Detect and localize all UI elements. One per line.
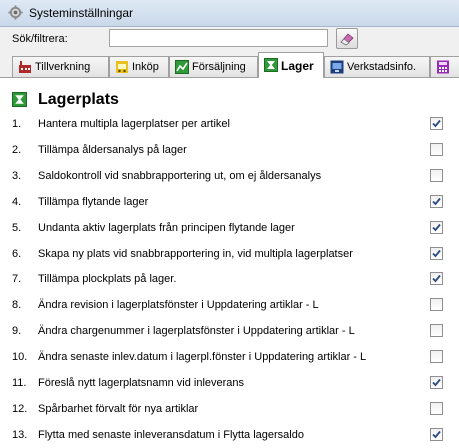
- setting-number: 10.: [12, 351, 28, 364]
- calculator-icon: [437, 60, 449, 74]
- tab-inkop[interactable]: Inköp: [109, 56, 169, 77]
- setting-number: 1.: [12, 118, 22, 130]
- clear-filter-button[interactable]: [336, 28, 358, 49]
- setting-label: Tillämpa åldersanalys på lager: [38, 143, 187, 156]
- setting-number: 12.: [12, 402, 28, 415]
- setting-label: Tillämpa flytande lager: [38, 195, 149, 208]
- setting-checkbox[interactable]: [430, 376, 443, 389]
- setting-row: 12. Spårbarhet förvalt för nya artiklar: [0, 397, 459, 422]
- setting-checkbox[interactable]: [430, 427, 443, 441]
- section-title: Lagerplats: [38, 91, 119, 108]
- setting-row: 10. Ändra senaste inlev.datum i lagerpl.f…: [0, 345, 459, 370]
- setting-checkbox[interactable]: [430, 194, 443, 208]
- tab-verkstadsinfo[interactable]: Verkstadsinfo.: [324, 56, 430, 77]
- setting-row: 5. Undanta aktiv lagerplats från principe…: [0, 216, 459, 241]
- setting-number: 3.: [12, 169, 22, 182]
- setting-label: Flytta med senaste inleveransdatum i Fly…: [38, 428, 304, 441]
- setting-checkbox[interactable]: [430, 298, 443, 312]
- setting-number: 5.: [12, 221, 22, 234]
- setting-label: Ändra revision i lagerplatsfönster i Upp…: [38, 299, 319, 312]
- setting-row: 8. Ändra revision i lagerplatsfönster i U…: [0, 293, 459, 318]
- setting-row: 3. Saldokontroll vid snabbrapportering ut…: [0, 164, 459, 189]
- tab-strip: Tillverkning Inköp Försäljning Lager Ver…: [0, 52, 459, 78]
- title-bar: Systeminställningar: [0, 0, 459, 27]
- setting-row: 7. Tillämpa plockplats på lager.: [0, 267, 459, 292]
- setting-label: Undanta aktiv lagerplats från principen …: [38, 221, 295, 234]
- setting-label: Ändra chargenummer i lagerplatsfönster i…: [38, 325, 355, 338]
- search-row: Sök/filtrera:: [0, 27, 459, 51]
- search-input[interactable]: [109, 29, 328, 47]
- monitor-icon: [330, 60, 344, 74]
- setting-number: 11.: [12, 377, 27, 389]
- setting-row: 2. Tillämpa åldersanalys på lager: [0, 138, 459, 163]
- checkmark-icon: [432, 430, 441, 439]
- setting-label: Föreslå nytt lagerplatsnamn vid inlevera…: [38, 377, 245, 389]
- setting-label: Ändra senaste inlev.datum i lagerpl.föns…: [38, 351, 367, 364]
- setting-checkbox[interactable]: [430, 324, 443, 338]
- setting-checkbox[interactable]: [430, 220, 443, 234]
- tab-kalkyl[interactable]: [430, 56, 459, 77]
- setting-label: Spårbarhet förvalt för nya artiklar: [38, 402, 199, 415]
- tab-label: Lager: [281, 59, 314, 73]
- window-title: Systeminställningar: [29, 6, 134, 20]
- warehouse-icon: [264, 58, 278, 72]
- setting-checkbox[interactable]: [430, 168, 443, 182]
- setting-number: 8.: [12, 299, 22, 312]
- setting-row: 11. Föreslå nytt lagerplatsnamn vid inlev…: [0, 371, 459, 396]
- setting-label: Skapa ny plats vid snabbrapportering in,…: [38, 247, 353, 260]
- checkmark-icon: [432, 119, 441, 128]
- setting-row: 4. Tillämpa flytande lager: [0, 190, 459, 215]
- setting-row: 13. Flytta med senaste inleveransdatum i …: [0, 423, 459, 448]
- tab-label: Tillverkning: [35, 61, 91, 73]
- setting-number: 9.: [12, 325, 22, 338]
- setting-row: 9. Ändra chargenummer i lagerplatsfönster…: [0, 319, 459, 344]
- setting-checkbox[interactable]: [430, 272, 443, 286]
- chart-icon: [175, 60, 189, 74]
- setting-number: 7.: [12, 273, 22, 286]
- setting-label: Saldokontroll vid snabbrapportering ut, …: [38, 169, 322, 182]
- setting-label: Tillämpa plockplats på lager.: [38, 273, 177, 286]
- settings-panel: Lagerplats 1. Hantera multipla lagerplats…: [0, 78, 459, 448]
- tab-tillverkning[interactable]: Tillverkning: [12, 56, 109, 77]
- setting-checkbox[interactable]: [430, 246, 443, 260]
- tab-forsaljning[interactable]: Försäljning: [169, 56, 258, 77]
- checkmark-icon: [432, 223, 441, 231]
- tab-label: Försäljning: [192, 61, 246, 73]
- tab-label: Inköp: [132, 61, 159, 73]
- eraser-icon: [340, 33, 354, 46]
- setting-row: 6. Skapa ny plats vid snabbrapportering i…: [0, 242, 459, 267]
- setting-number: 4.: [12, 195, 22, 208]
- setting-checkbox[interactable]: [430, 117, 443, 130]
- setting-number: 13.: [12, 428, 28, 441]
- tab-lager[interactable]: Lager: [258, 52, 324, 78]
- setting-checkbox[interactable]: [430, 142, 443, 156]
- checkmark-icon: [432, 275, 441, 283]
- checkmark-icon: [432, 249, 441, 257]
- tab-label: Verkstadsinfo.: [347, 61, 417, 73]
- warehouse-icon: [12, 92, 27, 107]
- search-label: Sök/filtrera:: [12, 33, 68, 45]
- gear-icon: [8, 5, 23, 20]
- checkmark-icon: [432, 378, 441, 387]
- cart-icon: [116, 61, 128, 73]
- checkmark-icon: [432, 197, 441, 206]
- setting-label: Hantera multipla lagerplatser per artike…: [38, 118, 230, 130]
- setting-number: 6.: [12, 247, 22, 260]
- setting-checkbox[interactable]: [430, 401, 443, 415]
- factory-icon: [19, 61, 31, 73]
- setting-checkbox[interactable]: [430, 350, 443, 364]
- setting-row: 1. Hantera multipla lagerplatser per arti…: [0, 112, 459, 137]
- setting-number: 2.: [12, 143, 22, 156]
